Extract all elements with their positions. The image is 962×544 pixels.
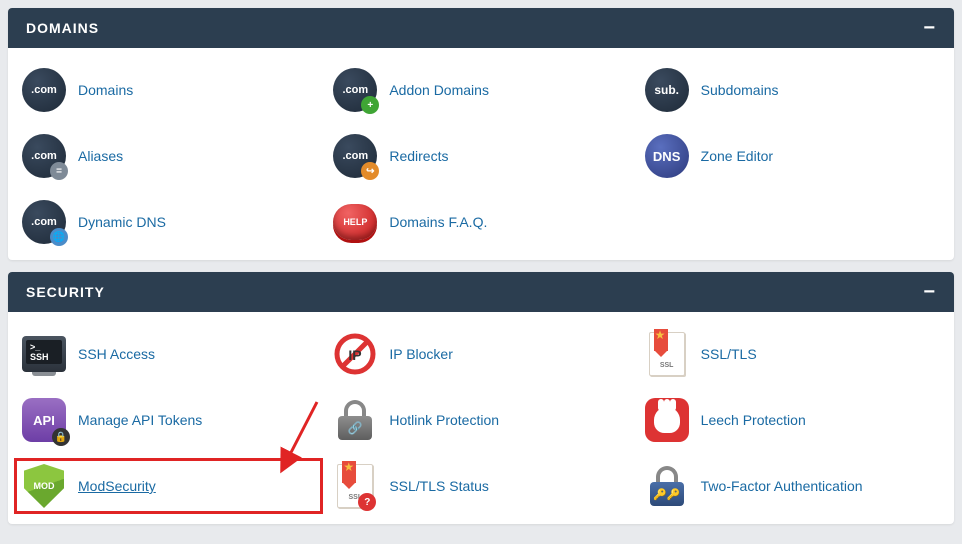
security-panel-header[interactable]: SECURITY − — [8, 272, 954, 312]
tile-label: Domains — [78, 82, 133, 98]
aliases-tile[interactable]: .com = Aliases — [20, 132, 319, 180]
manage-api-tokens-tile[interactable]: API 🔒 Manage API Tokens — [20, 396, 319, 444]
redirect-badge-icon: ↪ — [361, 162, 379, 180]
two-factor-icon: 🔑🔑 — [645, 464, 689, 508]
tile-label: IP Blocker — [389, 346, 453, 362]
minus-icon[interactable]: − — [923, 282, 936, 302]
tile-label: Zone Editor — [701, 148, 773, 164]
tile-label: Domains F.A.Q. — [389, 214, 487, 230]
ssl-tls-tile[interactable]: ★ SSL SSL/TLS — [643, 330, 942, 378]
domains-panel-title: DOMAINS — [26, 20, 99, 36]
zone-editor-tile[interactable]: DNS Zone Editor — [643, 132, 942, 180]
leech-protection-tile[interactable]: Leech Protection — [643, 396, 942, 444]
com-plus-icon: .com + — [333, 68, 377, 112]
ssl-tls-icon: ★ SSL — [645, 332, 689, 376]
com-redirect-icon: .com ↪ — [333, 134, 377, 178]
two-factor-auth-tile[interactable]: 🔑🔑 Two-Factor Authentication — [643, 462, 942, 510]
alias-badge-icon: = — [50, 162, 68, 180]
help-icon: HELP — [333, 200, 377, 244]
ssh-icon: >_ SSH — [22, 332, 66, 376]
tile-label: Subdomains — [701, 82, 779, 98]
minus-icon[interactable]: − — [923, 18, 936, 38]
dynamic-dns-tile[interactable]: .com 🌐 Dynamic DNS — [20, 198, 319, 246]
ip-blocker-tile[interactable]: IP IP Blocker — [331, 330, 630, 378]
tile-label: SSL/TLS Status — [389, 478, 489, 494]
security-panel-title: SECURITY — [26, 284, 105, 300]
plus-badge-icon: + — [361, 96, 379, 114]
ssl-status-icon: ★ SSL ? — [333, 464, 377, 508]
com-alias-icon: .com = — [22, 134, 66, 178]
ssh-access-tile[interactable]: >_ SSH SSH Access — [20, 330, 319, 378]
tile-label: ModSecurity — [78, 478, 156, 494]
subdomains-tile[interactable]: sub. Subdomains — [643, 66, 942, 114]
tile-label: Manage API Tokens — [78, 412, 202, 428]
tile-label: SSH Access — [78, 346, 155, 362]
tile-label: Addon Domains — [389, 82, 489, 98]
domains-tile[interactable]: .com Domains — [20, 66, 319, 114]
domains-panel-body: .com Domains .com + Addon Domains sub. S… — [8, 48, 954, 260]
modsecurity-tile[interactable]: MOD ModSecurity — [20, 462, 319, 510]
com-dynamic-icon: .com 🌐 — [22, 200, 66, 244]
hotlink-icon: 🔗 — [333, 398, 377, 442]
domains-faq-tile[interactable]: HELP Domains F.A.Q. — [331, 198, 630, 246]
tile-label: Two-Factor Authentication — [701, 478, 863, 494]
sub-icon: sub. — [645, 68, 689, 112]
api-icon: API 🔒 — [22, 398, 66, 442]
tile-label: Dynamic DNS — [78, 214, 166, 230]
domains-panel: DOMAINS − .com Domains .com + Addon Doma… — [8, 8, 954, 260]
domains-panel-header[interactable]: DOMAINS − — [8, 8, 954, 48]
com-icon: .com — [22, 68, 66, 112]
tile-label: Redirects — [389, 148, 448, 164]
tile-label: Leech Protection — [701, 412, 806, 428]
ssl-tls-status-tile[interactable]: ★ SSL ? SSL/TLS Status — [331, 462, 630, 510]
addon-domains-tile[interactable]: .com + Addon Domains — [331, 66, 630, 114]
leech-icon — [645, 398, 689, 442]
tile-label: SSL/TLS — [701, 346, 757, 362]
security-panel: SECURITY − >_ SSH SSH Access IP IP Block… — [8, 272, 954, 524]
tile-label: Hotlink Protection — [389, 412, 499, 428]
redirects-tile[interactable]: .com ↪ Redirects — [331, 132, 630, 180]
hotlink-protection-tile[interactable]: 🔗 Hotlink Protection — [331, 396, 630, 444]
ip-blocker-icon: IP — [333, 332, 377, 376]
dns-icon: DNS — [645, 134, 689, 178]
tile-label: Aliases — [78, 148, 123, 164]
globe-badge-icon: 🌐 — [50, 228, 68, 246]
modsecurity-icon: MOD — [22, 464, 66, 508]
security-panel-body: >_ SSH SSH Access IP IP Blocker ★ — [8, 312, 954, 524]
svg-text:IP: IP — [349, 347, 362, 363]
